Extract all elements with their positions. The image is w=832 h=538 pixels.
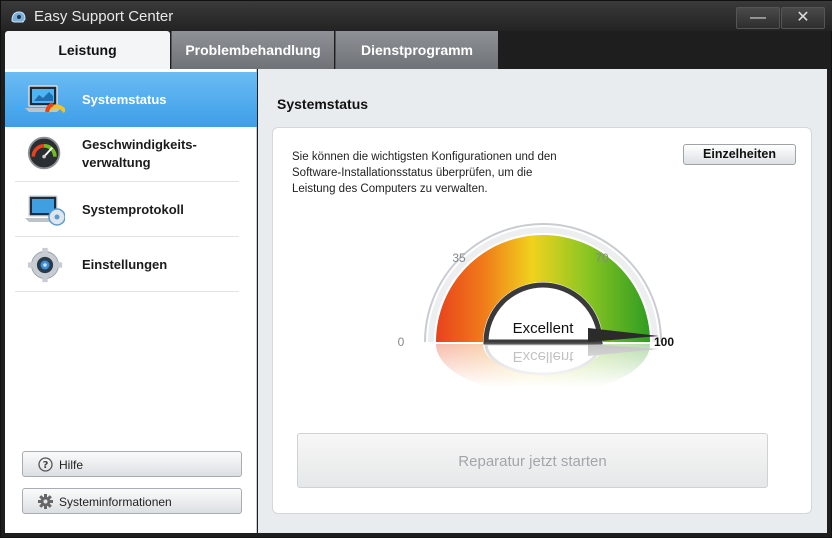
app-window: Easy Support Center — ✕ Leistung Problem… <box>0 0 832 538</box>
sidebar-item-systemstatus[interactable]: Systemstatus <box>5 72 257 127</box>
sidebar-item-geschwindigkeitsverwaltung[interactable]: Geschwindigkeits- verwaltung <box>5 127 257 182</box>
speedometer-icon <box>27 136 61 170</box>
gear-icon <box>38 494 53 509</box>
systeminformationen-button[interactable]: Systeminformationen <box>22 488 242 514</box>
tab-dienstprogramm[interactable]: Dienstprogramm <box>335 31 498 69</box>
sidebar-item-einstellungen[interactable]: Einstellungen <box>5 237 257 292</box>
sidebar-item-label: Geschwindigkeits- <box>82 137 197 152</box>
divider <box>15 291 239 292</box>
app-logo-icon <box>11 11 26 23</box>
sidebar-item-systemprotokoll[interactable]: Systemprotokoll <box>5 182 257 237</box>
gauge-tick-label: 100 <box>654 335 674 349</box>
window-title: Easy Support Center <box>34 8 174 25</box>
laptop-monitor-icon <box>25 85 65 114</box>
help-button-label: Hilfe <box>59 458 84 472</box>
reparatur-starten-button[interactable]: Reparatur jetzt starten <box>297 433 768 488</box>
laptop-disc-icon <box>25 195 65 226</box>
gauge-tick-label: 70 <box>595 251 609 265</box>
tab-leistung[interactable]: Leistung <box>5 31 170 69</box>
tab-problembehandlung[interactable]: Problembehandlung <box>171 31 334 69</box>
page-title: Systemstatus <box>277 96 369 112</box>
svg-text:?: ? <box>43 460 49 471</box>
systeminformationen-button-label: Systeminformationen <box>59 495 172 509</box>
close-button[interactable]: ✕ <box>781 7 825 29</box>
help-button[interactable]: ? Hilfe <box>22 451 242 477</box>
description-line: Leistung des Computers zu verwalten. <box>292 183 488 195</box>
einzelheiten-button[interactable]: Einzelheiten <box>683 144 796 165</box>
title-bar[interactable]: Easy Support Center — ✕ <box>1 1 832 31</box>
gauge-label-reflection: Excellent <box>513 348 575 365</box>
sidebar-item-label-line2: verwaltung <box>82 155 151 170</box>
tab-bar: Leistung Problembehandlung Dienstprogram… <box>5 31 827 69</box>
sidebar-item-label: Einstellungen <box>82 257 168 272</box>
sidebar-item-label: Systemprotokoll <box>82 202 184 217</box>
sidebar: Systemstatus Geschwindigkeits- verwaltun… <box>5 69 257 533</box>
settings-gear-icon <box>27 247 63 283</box>
performance-gauge: Excellent 0 35 70 100 Excellent <box>383 223 703 388</box>
status-panel: Sie können die wichtigsten Konfiguration… <box>272 127 812 514</box>
main-content: Systemstatus Sie können die wichtigsten … <box>258 69 827 533</box>
description-line: Software-Installationsstatus überprüfen,… <box>292 167 533 179</box>
gauge-status-text: Excellent <box>513 320 575 337</box>
svg-text:Excellent: Excellent <box>513 348 575 365</box>
gauge-tick-label: 0 <box>398 335 405 349</box>
description-line: Sie können die wichtigsten Konfiguration… <box>292 151 557 163</box>
description: Sie können die wichtigsten Konfiguration… <box>292 149 602 197</box>
help-icon: ? <box>38 457 53 472</box>
minimize-button[interactable]: — <box>736 7 780 29</box>
sidebar-item-label: Systemstatus <box>82 92 167 107</box>
gauge-tick-label: 35 <box>452 251 466 265</box>
